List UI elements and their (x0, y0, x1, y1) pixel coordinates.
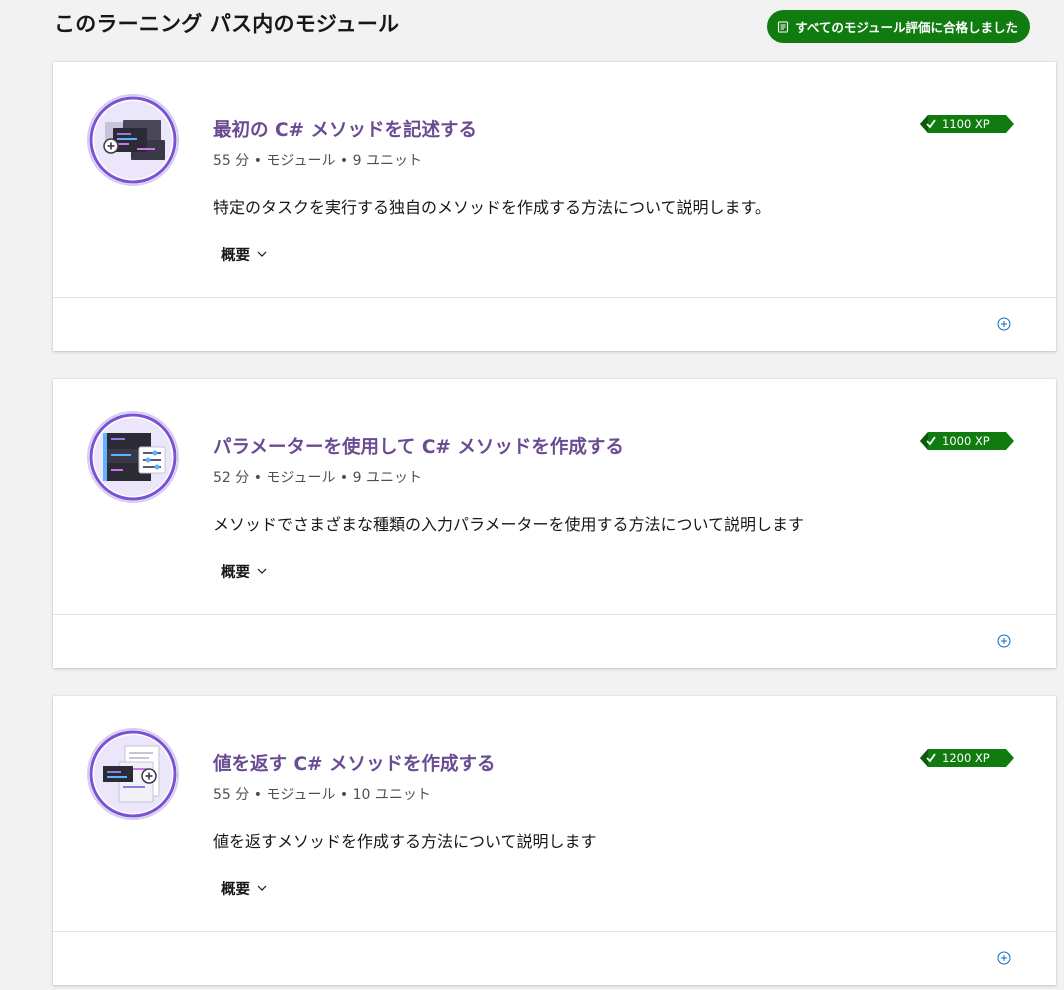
overview-toggle[interactable]: 概要 (217, 877, 272, 899)
modules-section-header: このラーニング パス内のモジュール すべてのモジュール評価に合格しました (54, 6, 1030, 46)
overview-toggle[interactable]: 概要 (217, 560, 272, 582)
module-meta: 55 分 • モジュール • 9 ユニット (213, 153, 422, 169)
chevron-down-icon (256, 248, 268, 260)
xp-value: 1000 XP (942, 434, 990, 448)
module-card-1: 最初の C# メソッドを記述する 55 分 • モジュール • 9 ユニット 1… (53, 62, 1056, 351)
card-divider (53, 931, 1056, 932)
code-window-add-icon (85, 92, 181, 188)
add-circle-icon (997, 317, 1011, 331)
all-assessments-passed-badge[interactable]: すべてのモジュール評価に合格しました (767, 10, 1030, 43)
card-divider (53, 614, 1056, 615)
add-circle-icon (997, 951, 1011, 965)
expand-module-button[interactable] (996, 633, 1012, 649)
xp-value: 1200 XP (942, 751, 990, 765)
card-divider (53, 297, 1056, 298)
module-card-2: パラメーターを使用して C# メソッドを作成する 52 分 • モジュール • … (53, 379, 1056, 668)
passed-badge-label: すべてのモジュール評価に合格しました (795, 20, 1018, 35)
expand-module-button[interactable] (996, 316, 1012, 332)
module-description: 値を返すメソッドを作成する方法について説明します (213, 832, 597, 851)
chevron-down-icon (256, 882, 268, 894)
expand-module-button[interactable] (996, 950, 1012, 966)
module-card-3: 値を返す C# メソッドを作成する 55 分 • モジュール • 10 ユニット… (53, 696, 1056, 985)
chevron-down-icon (256, 565, 268, 577)
module-title-link[interactable]: パラメーターを使用して C# メソッドを作成する (213, 433, 624, 459)
overview-label: 概要 (221, 564, 250, 581)
module-title-link[interactable]: 値を返す C# メソッドを作成する (213, 750, 495, 776)
module-title-link[interactable]: 最初の C# メソッドを記述する (213, 116, 477, 142)
xp-value: 1100 XP (942, 117, 990, 131)
module-meta: 52 分 • モジュール • 9 ユニット (213, 470, 422, 486)
module-meta: 55 分 • モジュール • 10 ユニット (213, 787, 431, 803)
xp-badge: 1200 XP (920, 748, 1014, 768)
xp-badge: 1100 XP (920, 114, 1014, 134)
code-window-sliders-icon (85, 409, 181, 505)
module-description: メソッドでさまざまな種類の入力パラメーターを使用する方法について説明します (213, 515, 805, 534)
xp-badge: 1000 XP (920, 431, 1014, 451)
overview-toggle[interactable]: 概要 (217, 243, 272, 265)
page-title: このラーニング パス内のモジュール (54, 12, 400, 36)
code-document-add-icon (85, 726, 181, 822)
add-circle-icon (997, 634, 1011, 648)
checklist-icon (777, 20, 789, 33)
overview-label: 概要 (221, 881, 250, 898)
overview-label: 概要 (221, 247, 250, 264)
module-description: 特定のタスクを実行する独自のメソッドを作成する方法について説明します。 (213, 198, 771, 217)
